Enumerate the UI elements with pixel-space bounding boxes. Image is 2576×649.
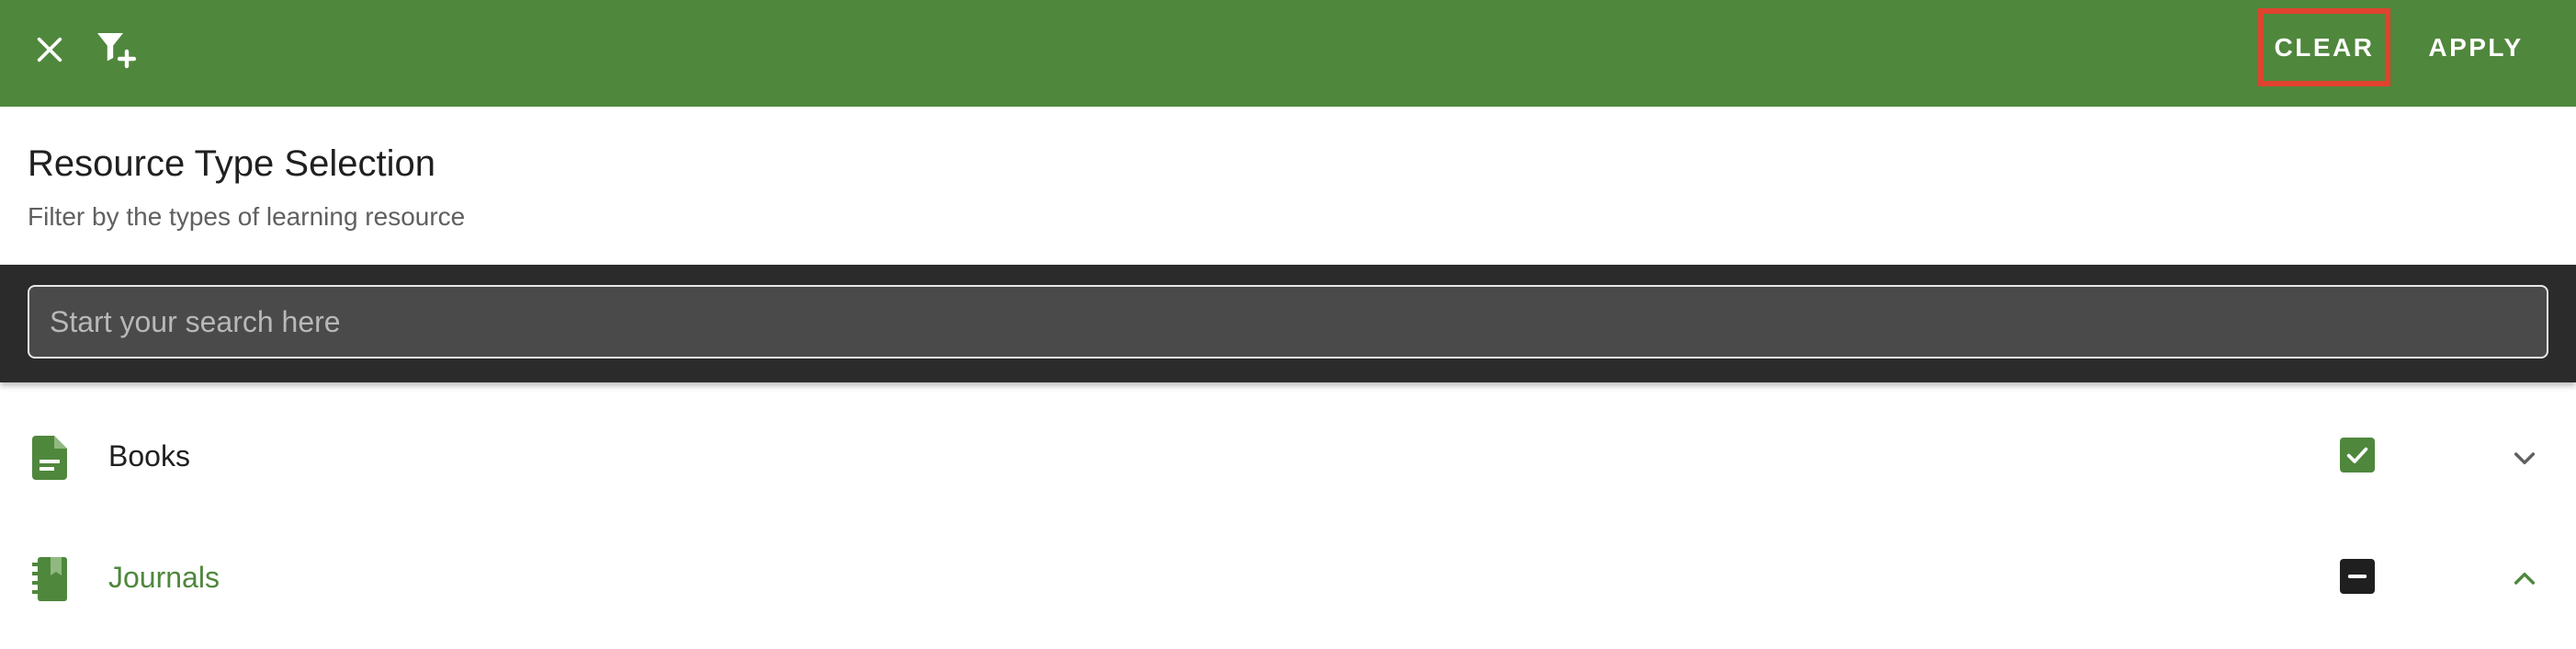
search-bar [0,265,2576,382]
filter-header: Resource Type Selection Filter by the ty… [0,107,2576,265]
apply-button[interactable]: APPLY [2416,8,2536,86]
clear-button[interactable]: CLEAR [2258,8,2390,86]
indeterminate-icon [2347,575,2367,578]
chevron-down-icon [2514,452,2536,465]
close-button[interactable] [24,24,75,75]
journal-icon [28,553,72,605]
list-item-label: Books [108,439,190,473]
books-expand-toggle[interactable] [2504,438,2545,478]
journals-expand-toggle[interactable] [2504,559,2545,599]
page-subtitle: Filter by the types of learning resource [28,202,466,231]
books-checkbox[interactable] [2340,438,2375,473]
chevron-up-icon [2514,572,2536,585]
list-item-journals[interactable]: Journals [0,518,2576,640]
filter-add-icon [97,33,137,69]
document-icon [28,432,72,484]
top-app-bar: CLEAR APPLY [0,0,2576,107]
check-icon [2346,447,2368,463]
close-icon [37,37,62,63]
add-filter-button[interactable] [88,22,143,77]
list-item-label: Journals [108,561,220,594]
page-title: Resource Type Selection [28,143,435,184]
list-item-books[interactable]: Books [0,397,2576,518]
search-input[interactable] [28,285,2548,359]
journals-checkbox[interactable] [2340,559,2375,594]
